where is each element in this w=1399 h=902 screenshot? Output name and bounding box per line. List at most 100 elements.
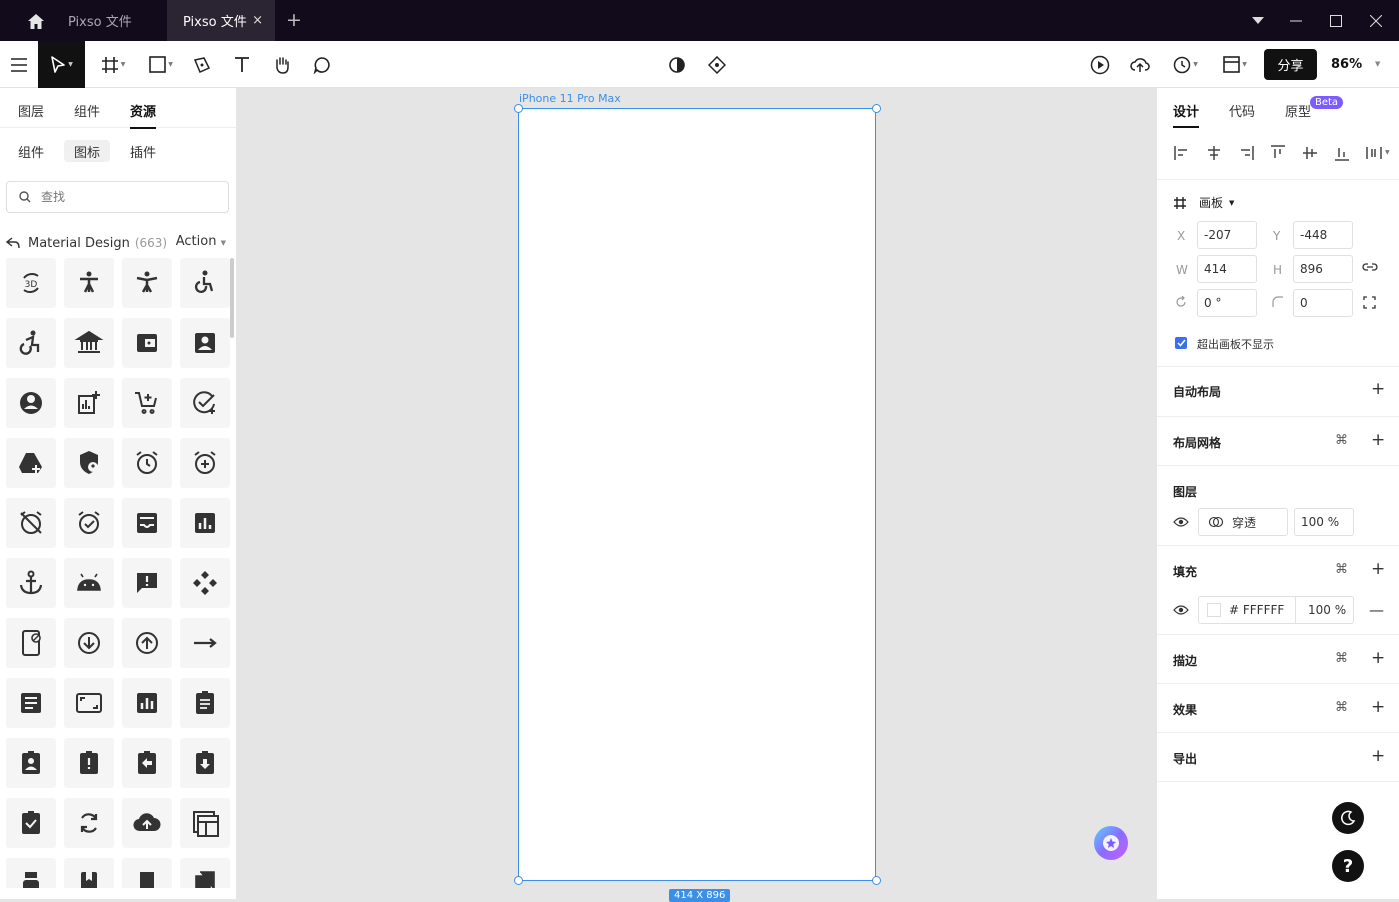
present-button[interactable] xyxy=(1088,41,1112,88)
frame-tool-button[interactable]: ▼ xyxy=(96,41,130,88)
batch-prediction-icon[interactable] xyxy=(6,858,56,888)
add-task-icon[interactable] xyxy=(180,378,230,428)
announcement-icon[interactable] xyxy=(122,558,172,608)
assignment-ind-icon[interactable] xyxy=(6,738,56,788)
history-button[interactable]: ▼ xyxy=(1168,41,1202,88)
add-chart-icon[interactable] xyxy=(64,378,114,428)
share-button[interactable]: 分享 xyxy=(1264,49,1317,80)
arrow-circle-down-icon[interactable] xyxy=(64,618,114,668)
article-icon[interactable] xyxy=(6,678,56,728)
frame-label[interactable]: iPhone 11 Pro Max xyxy=(519,92,621,105)
account-circle-icon[interactable] xyxy=(6,378,56,428)
w-field[interactable]: 414 xyxy=(1197,255,1257,283)
add-effect-button[interactable]: + xyxy=(1371,699,1385,716)
eye-icon[interactable] xyxy=(1173,516,1189,528)
dropdown-icon[interactable] xyxy=(1246,9,1270,33)
anchor-icon[interactable] xyxy=(6,558,56,608)
app-blocking-icon[interactable] xyxy=(6,618,56,668)
backup-table-icon[interactable] xyxy=(180,798,230,848)
zoom-level[interactable]: 86% xyxy=(1331,57,1362,72)
hand-tool-button[interactable] xyxy=(270,41,294,88)
upload-button[interactable] xyxy=(1128,41,1152,88)
tab-design[interactable]: 设计 xyxy=(1173,101,1200,128)
align-right-icon[interactable] xyxy=(1237,144,1255,162)
help-button[interactable]: ? xyxy=(1332,850,1364,882)
align-center-v-icon[interactable] xyxy=(1301,144,1319,162)
align-left-icon[interactable] xyxy=(1173,144,1191,162)
eye-icon[interactable] xyxy=(1173,604,1189,616)
align-center-h-icon[interactable] xyxy=(1205,144,1223,162)
assessment-icon[interactable] xyxy=(122,678,172,728)
all-inbox-icon[interactable] xyxy=(122,498,172,548)
tab-components[interactable]: 组件 xyxy=(74,101,100,120)
move-tool-button[interactable]: ▼ xyxy=(38,41,85,88)
accessibility-icon[interactable] xyxy=(64,258,114,308)
chevron-down-icon[interactable]: ▼ xyxy=(1385,149,1390,156)
minimize-icon[interactable] xyxy=(1284,9,1308,33)
backup-icon[interactable] xyxy=(122,798,172,848)
add-stroke-button[interactable]: + xyxy=(1371,650,1385,667)
clip-content-checkbox[interactable] xyxy=(1175,337,1187,349)
account-box-icon[interactable] xyxy=(180,318,230,368)
tab-prototype[interactable]: 原型 xyxy=(1285,101,1311,120)
aspect-ratio-icon[interactable] xyxy=(64,678,114,728)
category-select[interactable]: Action ▼ xyxy=(176,234,226,249)
alarm-off-icon[interactable] xyxy=(6,498,56,548)
style-icon[interactable]: ⌘ xyxy=(1335,562,1348,577)
bookmark-icon[interactable] xyxy=(122,858,172,888)
fill-hex-field[interactable]: # FFFFFF xyxy=(1229,603,1285,617)
add-fill-button[interactable]: + xyxy=(1371,561,1385,578)
assignment-returned-icon[interactable] xyxy=(180,738,230,788)
alarm-add-icon[interactable] xyxy=(180,438,230,488)
pen-tool-button[interactable] xyxy=(190,41,214,88)
resize-handle-top-left[interactable] xyxy=(514,104,523,113)
artboard-frame[interactable] xyxy=(518,108,876,881)
frame-type-select[interactable]: 画板 ▼ xyxy=(1173,194,1234,211)
subtab-icons[interactable]: 图标 xyxy=(64,140,111,162)
style-icon[interactable]: ⌘ xyxy=(1335,700,1348,715)
distribute-icon[interactable] xyxy=(1365,144,1383,162)
account-balance-wallet-icon[interactable] xyxy=(122,318,172,368)
account-balance-icon[interactable] xyxy=(64,318,114,368)
style-icon[interactable]: ⌘ xyxy=(1335,433,1348,448)
shape-tool-button[interactable]: ▼ xyxy=(144,41,178,88)
resize-handle-top-right[interactable] xyxy=(872,104,881,113)
home-icon[interactable] xyxy=(22,10,50,32)
add-export-button[interactable]: + xyxy=(1371,748,1385,765)
style-icon[interactable]: ⌘ xyxy=(1335,651,1348,666)
alarm-on-icon[interactable] xyxy=(64,498,114,548)
add-shopping-cart-icon[interactable] xyxy=(122,378,172,428)
assignment-turned-in-icon[interactable] xyxy=(6,798,56,848)
assignment-icon[interactable] xyxy=(180,678,230,728)
arrow-right-alt-icon[interactable] xyxy=(180,618,230,668)
3d-rotation-icon[interactable]: 3D xyxy=(6,258,56,308)
add-to-drive-icon[interactable] xyxy=(6,438,56,488)
fill-opacity-field[interactable]: 100 % xyxy=(1295,597,1346,623)
new-tab-button[interactable]: + xyxy=(286,9,302,31)
layer-opacity-field[interactable]: 100 % xyxy=(1294,508,1354,536)
accessible-forward-icon[interactable] xyxy=(6,318,56,368)
api-icon[interactable] xyxy=(180,558,230,608)
subtab-components[interactable]: 组件 xyxy=(8,140,54,162)
mask-button[interactable] xyxy=(665,41,689,88)
independent-corners-icon[interactable] xyxy=(1363,296,1376,309)
tab-close-button[interactable]: × xyxy=(252,13,263,28)
h-field[interactable]: 896 xyxy=(1293,255,1353,283)
accessible-icon[interactable] xyxy=(180,258,230,308)
chevron-down-icon[interactable]: ▼ xyxy=(1375,60,1380,68)
tab-file-1[interactable]: Pixso 文件 xyxy=(52,0,167,41)
x-field[interactable]: -207 xyxy=(1197,221,1257,249)
align-top-icon[interactable] xyxy=(1269,144,1287,162)
remove-fill-button[interactable]: — xyxy=(1369,601,1384,619)
add-layout-grid-button[interactable]: + xyxy=(1371,432,1385,449)
close-window-icon[interactable] xyxy=(1364,9,1388,33)
book-icon[interactable] xyxy=(64,858,114,888)
radius-field[interactable]: 0 xyxy=(1293,289,1353,317)
resize-handle-bottom-left[interactable] xyxy=(514,876,523,885)
text-tool-button[interactable] xyxy=(230,41,254,88)
component-button[interactable] xyxy=(705,41,729,88)
color-swatch[interactable] xyxy=(1207,603,1221,617)
ai-assistant-button[interactable] xyxy=(1094,826,1128,860)
maximize-icon[interactable] xyxy=(1324,9,1348,33)
align-bottom-icon[interactable] xyxy=(1333,144,1351,162)
